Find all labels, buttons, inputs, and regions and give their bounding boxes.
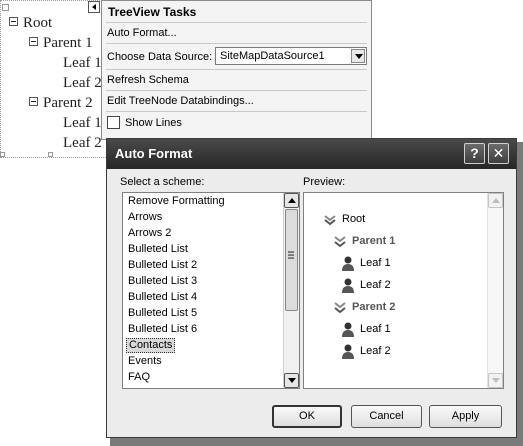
show-lines-checkbox[interactable] [107, 116, 120, 129]
tree-node-parent[interactable]: Parent 2 [29, 93, 93, 113]
scroll-up-icon [488, 193, 503, 208]
list-item[interactable]: Bulleted List [126, 242, 190, 257]
preview-label: Preview: [303, 176, 346, 188]
help-button[interactable]: ? [464, 143, 485, 164]
tree-node-label: Root [23, 15, 53, 31]
cancel-button[interactable]: Cancel [351, 405, 422, 428]
tree-node-label: Leaf 1 [63, 55, 102, 71]
divider [106, 22, 367, 23]
list-item[interactable]: FAQ [126, 370, 152, 385]
tree-node-leaf[interactable]: Leaf 1 [63, 113, 102, 133]
person-icon [342, 278, 354, 293]
grip-icon: ▬ ▬ ▬ [288, 249, 294, 261]
auto-format-link[interactable]: Auto Format... [107, 27, 177, 39]
tree-node-label: Leaf 2 [63, 135, 102, 151]
contacts-root-icon [324, 215, 336, 226]
contacts-group-icon [334, 302, 346, 314]
preview-node-label: Leaf 2 [360, 279, 391, 291]
list-item[interactable]: Bulleted List 6 [126, 322, 199, 337]
scroll-down-icon[interactable] [284, 373, 299, 388]
apply-button[interactable]: Apply [429, 405, 502, 428]
scroll-down-icon [488, 373, 503, 388]
scheme-scrollbar[interactable]: ▬ ▬ ▬ [283, 193, 299, 388]
dialog-title: Auto Format [115, 146, 193, 161]
tree-node-label: Parent 2 [43, 95, 93, 111]
data-source-value: SiteMapDataSource1 [220, 50, 325, 62]
collapse-icon[interactable] [9, 17, 18, 26]
preview-node-label: Root [342, 213, 366, 225]
tree-node-root[interactable]: Root [9, 13, 52, 33]
scheme-listbox[interactable]: Remove Formatting Arrows Arrows 2 Bullet… [122, 192, 300, 389]
tree-node-leaf[interactable]: Leaf 2 [63, 73, 102, 93]
close-button[interactable]: ✕ [488, 143, 509, 164]
edit-databindings-link[interactable]: Edit TreeNode Databindings... [107, 95, 254, 107]
data-source-select[interactable]: SiteMapDataSource1 [215, 47, 367, 65]
treeview-tasks-panel: TreeView Tasks Auto Format... Choose Dat… [101, 0, 372, 140]
list-item[interactable]: Remove Formatting [126, 194, 227, 209]
tree-node-leaf[interactable]: Leaf 1 [63, 53, 102, 73]
preview-node-label: Leaf 1 [360, 323, 391, 335]
collapse-icon[interactable] [29, 37, 38, 46]
divider [106, 43, 367, 44]
person-icon [342, 256, 354, 271]
preview-node-label: Leaf 1 [360, 257, 391, 269]
tree-node-label: Parent 1 [43, 35, 93, 51]
list-item[interactable]: Arrows [126, 210, 164, 225]
list-item[interactable]: Arrows 2 [126, 226, 173, 241]
list-item[interactable]: Bulleted List 3 [126, 274, 199, 289]
preview-pane: Root Parent 1 Leaf 1 Leaf 2 Parent 2 Lea… [303, 192, 504, 389]
preview-node-label: Parent 2 [352, 301, 396, 313]
control-glyph-icon [2, 4, 9, 11]
divider [106, 69, 367, 70]
list-item[interactable]: Bulleted List 2 [126, 258, 199, 273]
divider [106, 90, 367, 91]
person-icon [342, 322, 354, 337]
list-item[interactable]: Bulleted List 5 [126, 306, 199, 321]
ok-button[interactable]: OK [272, 405, 342, 428]
dialog-titlebar[interactable]: Auto Format ? ✕ [107, 139, 516, 169]
preview-scrollbar [487, 193, 503, 388]
tree-node-leaf[interactable]: Leaf 2 [63, 133, 102, 153]
scheme-label: Select a scheme: [120, 176, 205, 188]
chevron-down-icon[interactable] [351, 49, 365, 63]
preview-node-label: Parent 1 [352, 235, 396, 247]
preview-node-label: Leaf 2 [360, 345, 391, 357]
smart-tag-collapse-icon[interactable] [88, 1, 100, 13]
show-lines-label: Show Lines [125, 117, 182, 129]
person-icon [342, 344, 354, 359]
divider [106, 111, 367, 112]
treeview-designer[interactable]: Root Parent 1 Leaf 1 Leaf 2 Parent 2 Lea… [0, 0, 110, 158]
tree-node-label: Leaf 1 [63, 115, 102, 131]
list-item[interactable]: Events [126, 354, 164, 369]
tasks-panel-title: TreeView Tasks [108, 5, 197, 19]
list-item[interactable]: Bulleted List 4 [126, 290, 199, 305]
data-source-label: Choose Data Source: [107, 51, 213, 63]
auto-format-dialog: Auto Format ? ✕ Select a scheme: Preview… [106, 138, 517, 438]
collapse-icon[interactable] [29, 97, 38, 106]
resize-handle[interactable] [0, 152, 5, 157]
refresh-schema-link[interactable]: Refresh Schema [107, 74, 189, 86]
contacts-group-icon [334, 236, 346, 248]
tree-node-parent[interactable]: Parent 1 [29, 33, 93, 53]
scroll-up-icon[interactable] [284, 193, 299, 208]
tree-node-label: Leaf 2 [63, 75, 102, 91]
resize-handle[interactable] [48, 152, 53, 157]
list-item-selected[interactable]: Contacts [126, 338, 176, 353]
